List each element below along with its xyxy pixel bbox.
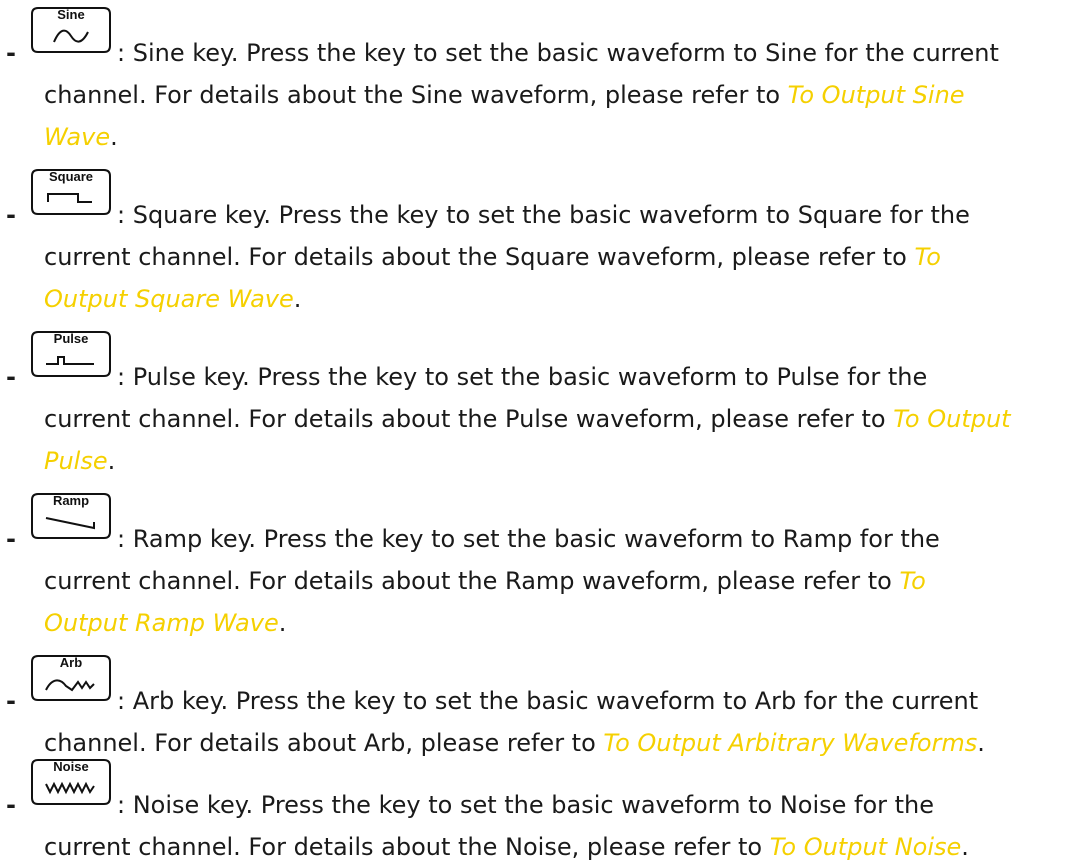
key-label: Noise — [53, 759, 89, 774]
ramp-wave-icon — [45, 517, 95, 530]
text-line: channel. For details about Arb, please r… — [44, 729, 985, 757]
key-label: Sine — [57, 7, 85, 22]
square-wave-icon — [47, 193, 92, 203]
sine-key: Sine — [28, 6, 114, 53]
text-line: : Sine key. Press the key to set the bas… — [117, 39, 999, 67]
bullet-dash: - — [6, 201, 16, 229]
bullet-dash: - — [6, 687, 16, 715]
text-line: Wave. — [44, 123, 118, 151]
square-key: Square — [28, 168, 114, 215]
pulse-key: Pulse — [28, 330, 114, 377]
text-line: Output Square Wave. — [44, 285, 302, 313]
arb-key: Arb — [28, 654, 114, 701]
bullet-dash: - — [6, 39, 16, 67]
cross-reference-link[interactable]: To Output Noise — [770, 833, 962, 861]
ramp-key: Ramp — [28, 492, 114, 539]
text-line: Output Ramp Wave. — [44, 609, 287, 637]
cross-reference-link[interactable]: To Output — [893, 405, 1010, 433]
cross-reference-link[interactable]: To Output Arbitrary Waveforms — [603, 729, 977, 757]
cross-reference-link[interactable]: Output Square Wave — [44, 285, 294, 313]
cross-reference-link[interactable]: To — [899, 567, 925, 595]
sine-wave-icon — [53, 29, 89, 43]
text-line: : Noise key. Press the key to set the ba… — [117, 791, 935, 819]
bullet-dash: - — [6, 525, 16, 553]
key-label: Pulse — [53, 331, 89, 346]
text-line: : Ramp key. Press the key to set the bas… — [117, 525, 940, 553]
cross-reference-link[interactable]: To Output Sine — [788, 81, 965, 109]
text-line: current channel. For details about the N… — [44, 833, 969, 861]
text-line: : Pulse key. Press the key to set the ba… — [117, 363, 928, 391]
cross-reference-link[interactable]: Output Ramp Wave — [44, 609, 279, 637]
text-line: current channel. For details about the P… — [44, 405, 1011, 433]
text-line: current channel. For details about the R… — [44, 567, 926, 595]
arb-wave-icon — [45, 679, 95, 692]
text-line: Pulse. — [44, 447, 116, 475]
key-label: Square — [48, 169, 94, 184]
text-line: : Arb key. Press the key to set the basi… — [117, 687, 979, 715]
noise-key: Noise — [28, 758, 114, 805]
cross-reference-link[interactable]: Pulse — [44, 447, 108, 475]
bullet-dash: - — [6, 363, 16, 391]
bullet-dash: - — [6, 791, 16, 819]
noise-wave-icon — [45, 781, 95, 795]
key-label: Ramp — [52, 493, 90, 508]
text-line: current channel. For details about the S… — [44, 243, 941, 271]
pulse-wave-icon — [46, 356, 94, 365]
cross-reference-link[interactable]: To — [915, 243, 941, 271]
text-line: channel. For details about the Sine wave… — [44, 81, 965, 109]
text-line: : Square key. Press the key to set the b… — [117, 201, 970, 229]
cross-reference-link[interactable]: Wave — [44, 123, 110, 151]
key-label: Arb — [59, 655, 83, 670]
